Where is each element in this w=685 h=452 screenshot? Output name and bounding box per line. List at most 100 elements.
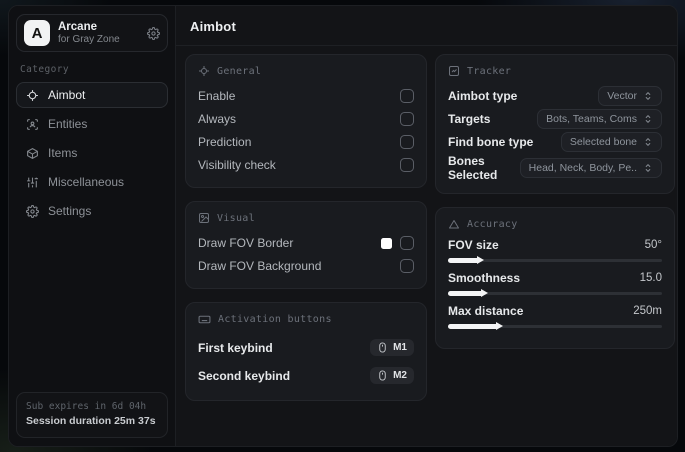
column-right: Tracker Aimbot type Vector Targets Bots,… bbox=[435, 54, 675, 349]
keyboard-icon bbox=[198, 313, 211, 326]
setting-label: Bones Selected bbox=[448, 154, 498, 182]
selected-value: Head, Neck, Body, Pe.. bbox=[528, 162, 637, 174]
chevron-updown-icon bbox=[643, 137, 653, 147]
chevron-updown-icon bbox=[643, 91, 653, 101]
bones-selected-select[interactable]: Head, Neck, Body, Pe.. bbox=[519, 158, 662, 178]
sidebar-item-label: Miscellaneous bbox=[48, 175, 125, 189]
slider-max-distance: Max distance 250m bbox=[448, 304, 662, 330]
setting-label: Find bone type bbox=[448, 135, 534, 149]
visual-card: Visual Draw FOV Border Draw FOV Backgrou… bbox=[185, 201, 427, 289]
tracker-card: Tracker Aimbot type Vector Targets Bots,… bbox=[435, 54, 675, 194]
slider-label: Smoothness bbox=[448, 271, 521, 285]
main-body: General Enable Always Prediction Visibil… bbox=[176, 46, 677, 446]
setting-label: Prediction bbox=[198, 135, 252, 149]
main-header: Aimbot bbox=[176, 6, 677, 46]
sidebar-item-label: Aimbot bbox=[48, 88, 86, 102]
setting-label: Enable bbox=[198, 89, 236, 103]
aimbot-type-select[interactable]: Vector bbox=[598, 86, 662, 106]
sidebar-nav: Aimbot Entities Items Miscellaneous Sett… bbox=[16, 82, 168, 224]
tracker-icon bbox=[448, 65, 460, 77]
brand-card: A Arcane for Gray Zone bbox=[16, 14, 168, 52]
smoothness-slider[interactable] bbox=[448, 289, 662, 297]
sidebar-item-miscellaneous[interactable]: Miscellaneous bbox=[16, 169, 168, 195]
general-card: General Enable Always Prediction Visibil… bbox=[185, 54, 427, 188]
sidebar-item-entities[interactable]: Entities bbox=[16, 111, 168, 137]
slider-value: 250m bbox=[633, 305, 662, 317]
sidebar-item-label: Entities bbox=[48, 117, 88, 131]
selected-value: Bots, Teams, Coms bbox=[546, 113, 637, 125]
slider-value: 50° bbox=[644, 239, 662, 251]
slider-fill bbox=[448, 322, 504, 330]
setting-label: Second keybind bbox=[198, 368, 291, 383]
entities-icon bbox=[26, 118, 39, 131]
draw-fov-border-checkbox[interactable] bbox=[400, 236, 414, 250]
setting-row-draw-fov-border: Draw FOV Border bbox=[198, 232, 414, 254]
brand-logo: A bbox=[24, 20, 50, 46]
column-left: General Enable Always Prediction Visibil… bbox=[185, 54, 427, 401]
setting-label: First keybind bbox=[198, 340, 273, 355]
setting-label: Visibility check bbox=[198, 158, 276, 172]
box-icon bbox=[26, 147, 39, 160]
setting-row-enable: Enable bbox=[198, 85, 414, 107]
draw-fov-background-checkbox[interactable] bbox=[400, 259, 414, 273]
slider-label: Max distance bbox=[448, 304, 524, 318]
setting-row-second-keybind: Second keybind M2 bbox=[198, 362, 414, 389]
gear-icon bbox=[26, 204, 39, 218]
brand-name: Arcane bbox=[58, 20, 97, 33]
setting-row-prediction: Prediction bbox=[198, 131, 414, 153]
keybind-value: M1 bbox=[393, 342, 407, 353]
setting-row-visibility-check: Visibility check bbox=[198, 154, 414, 176]
first-keybind-button[interactable]: M1 bbox=[370, 339, 414, 356]
setting-row-draw-fov-background: Draw FOV Background bbox=[198, 255, 414, 277]
setting-row-aimbot-type: Aimbot type Vector bbox=[448, 85, 662, 107]
setting-row-targets: Targets Bots, Teams, Coms bbox=[448, 108, 662, 130]
sliders-icon bbox=[26, 176, 39, 189]
fov-size-slider[interactable] bbox=[448, 256, 662, 264]
card-title: Tracker bbox=[467, 65, 512, 77]
slider-fov-size: FOV size 50° bbox=[448, 238, 662, 264]
accuracy-card: Accuracy FOV size 50° Smoothness 15.0 Ma… bbox=[435, 207, 675, 349]
prediction-checkbox[interactable] bbox=[400, 135, 414, 149]
slider-value: 15.0 bbox=[639, 272, 662, 284]
arcane-menu-window: A Arcane for Gray Zone Category Aimbot E… bbox=[8, 5, 678, 447]
slider-fill bbox=[448, 256, 484, 264]
crosshair-icon bbox=[198, 65, 210, 77]
always-checkbox[interactable] bbox=[400, 112, 414, 126]
activation-buttons-card: Activation buttons First keybind M1 Seco… bbox=[185, 302, 427, 401]
slider-fill bbox=[448, 289, 489, 297]
slider-smoothness: Smoothness 15.0 bbox=[448, 271, 662, 297]
chevron-updown-icon bbox=[643, 163, 653, 173]
keybind-value: M2 bbox=[393, 370, 407, 381]
max-distance-slider[interactable] bbox=[448, 322, 662, 330]
card-title: General bbox=[217, 65, 262, 77]
setting-row-bones-selected: Bones Selected Head, Neck, Body, Pe.. bbox=[448, 154, 662, 182]
mouse-icon bbox=[377, 370, 388, 381]
category-label: Category bbox=[20, 64, 69, 75]
setting-label: Draw FOV Background bbox=[198, 259, 322, 273]
second-keybind-button[interactable]: M2 bbox=[370, 367, 414, 384]
selected-value: Selected bone bbox=[569, 136, 637, 148]
enable-checkbox[interactable] bbox=[400, 89, 414, 103]
gear-icon[interactable] bbox=[147, 26, 160, 40]
sidebar-item-settings[interactable]: Settings bbox=[16, 198, 168, 224]
fov-border-color-swatch[interactable] bbox=[381, 237, 392, 249]
subscription-status-card: Sub expires in 6d 04h Session duration 2… bbox=[16, 392, 168, 438]
sub-expiry-text: Sub expires in 6d 04h bbox=[26, 401, 147, 412]
sidebar-item-label: Settings bbox=[48, 204, 92, 218]
triangle-ruler-icon bbox=[448, 218, 460, 230]
sidebar-item-aimbot[interactable]: Aimbot bbox=[16, 82, 168, 108]
sidebar-item-items[interactable]: Items bbox=[16, 140, 168, 166]
setting-row-find-bone-type: Find bone type Selected bone bbox=[448, 131, 662, 153]
main-panel: Aimbot General Enable Always Prediction … bbox=[176, 6, 677, 446]
setting-row-always: Always bbox=[198, 108, 414, 130]
targets-select[interactable]: Bots, Teams, Coms bbox=[537, 109, 662, 129]
card-title: Visual bbox=[217, 212, 255, 224]
find-bone-type-select[interactable]: Selected bone bbox=[560, 132, 662, 152]
visibility-check-checkbox[interactable] bbox=[400, 158, 414, 172]
setting-row-first-keybind: First keybind M1 bbox=[198, 334, 414, 361]
sidebar: A Arcane for Gray Zone Category Aimbot E… bbox=[9, 6, 176, 446]
session-duration-text: Session duration 25m 37s bbox=[26, 415, 156, 428]
image-icon bbox=[198, 212, 210, 224]
setting-label: Always bbox=[198, 112, 237, 126]
brand-subtitle: for Gray Zone bbox=[58, 33, 120, 45]
